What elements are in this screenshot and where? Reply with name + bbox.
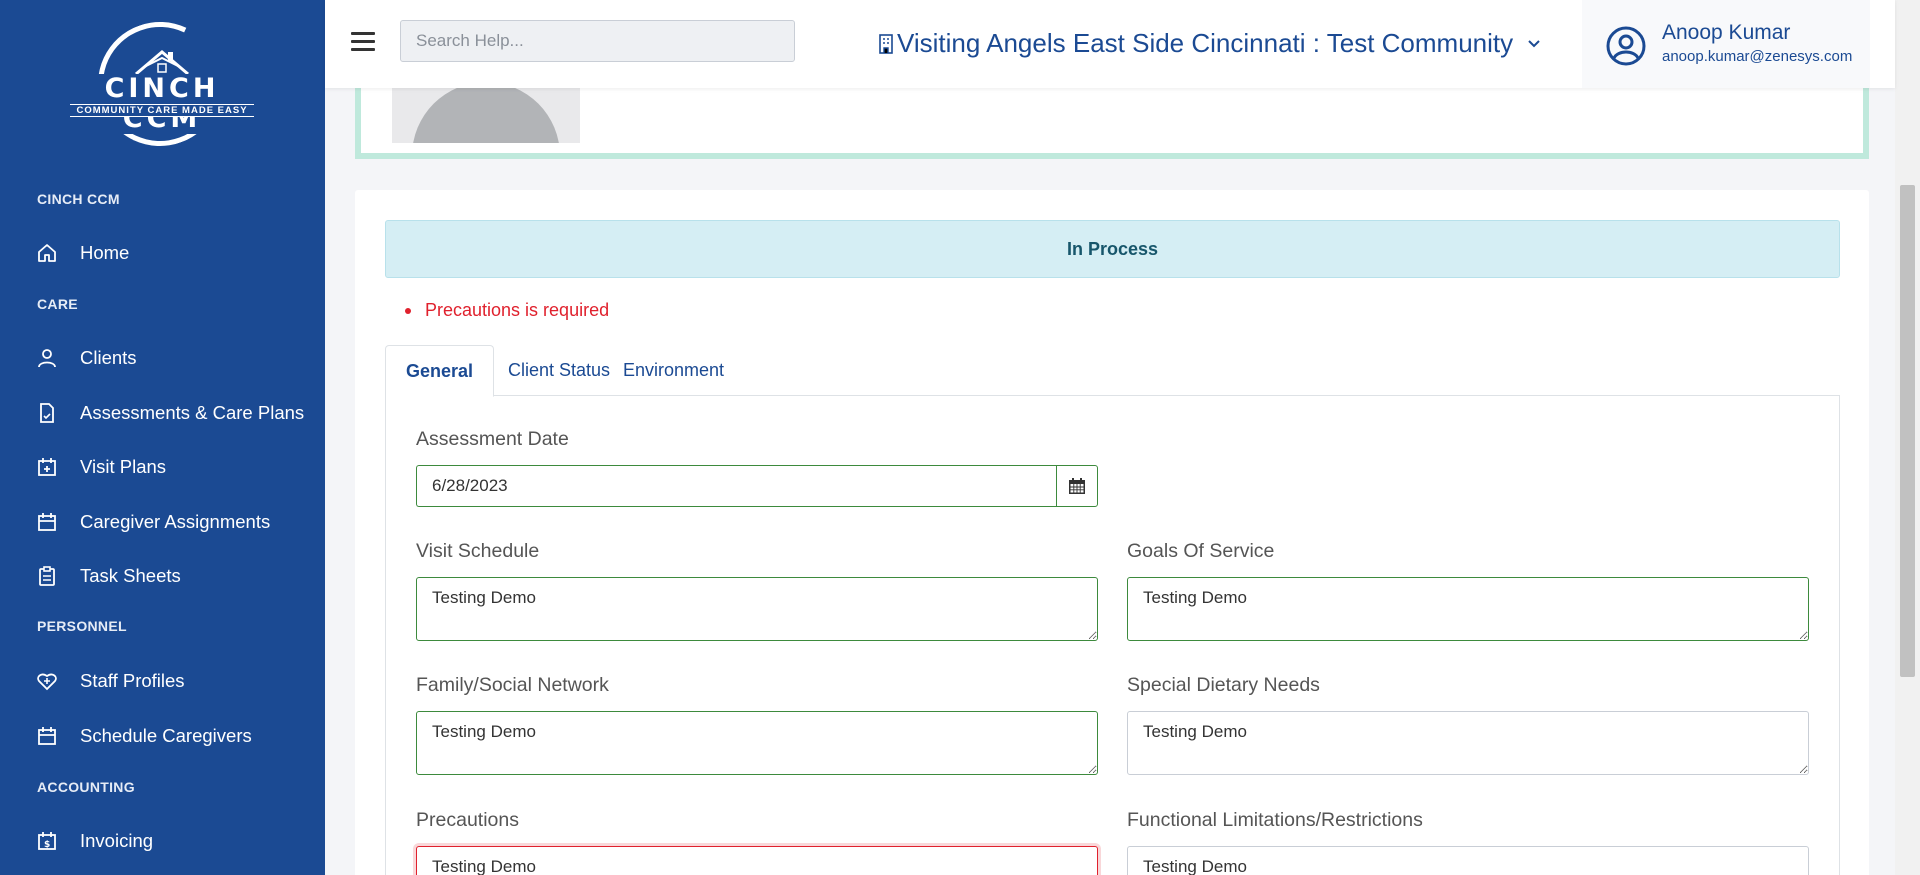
avatar-placeholder-icon (412, 82, 560, 143)
section-care: CARE (37, 296, 78, 312)
sidebar-item-invoicing[interactable]: $ Invoicing (0, 821, 325, 861)
building-icon (879, 33, 893, 54)
sidebar-item-label: Staff Profiles (80, 670, 185, 691)
goals-of-service-label: Goals Of Service (1127, 540, 1275, 562)
invoice-icon: $ (36, 830, 58, 852)
sidebar-item-label: Invoicing (80, 830, 154, 851)
sidebar-item-label: Visit Plans (80, 456, 167, 477)
sidebar-item-clients[interactable]: Clients (0, 338, 325, 378)
user-icon (36, 347, 58, 369)
date-picker-button[interactable] (1056, 465, 1098, 507)
family-social-network-label: Family/Social Network (416, 674, 609, 696)
calendar-plus-icon (36, 456, 58, 478)
precautions-label: Precautions (416, 809, 519, 831)
document-icon (36, 402, 58, 424)
special-dietary-needs-label: Special Dietary Needs (1127, 674, 1320, 696)
page-scrollbar[interactable] (1895, 0, 1920, 875)
community-name: Visiting Angels East Side Cincinnati : T… (897, 28, 1514, 58)
tab-environment[interactable]: Environment (603, 345, 744, 396)
sidebar: CINCH CCM COMMUNITY CARE MADE EASY CINCH… (0, 0, 325, 875)
community-selector[interactable]: Visiting Angels East Side Cincinnati : T… (877, 28, 1541, 59)
sidebar-item-staff-profiles[interactable]: Staff Profiles (0, 661, 325, 701)
sidebar-item-label: Clients (80, 347, 137, 368)
calendar-icon (36, 725, 58, 747)
cinch-ccm-logo[interactable]: CINCH CCM COMMUNITY CARE MADE EASY (62, 4, 262, 164)
status-banner: In Process (385, 220, 1840, 278)
sidebar-item-label: Caregiver Assignments (80, 511, 271, 532)
user-menu[interactable]: Anoop Kumar anoop.kumar@zenesys.com (1582, 0, 1870, 88)
search-help-input[interactable] (400, 20, 795, 62)
assessment-tabs: General Client Status Environment (385, 345, 1840, 397)
functional-limitations-label: Functional Limitations/Restrictions (1127, 809, 1423, 831)
section-cinch-ccm: CINCH CCM (37, 191, 120, 207)
scrollbar-thumb[interactable] (1900, 185, 1915, 677)
svg-text:$: $ (44, 840, 50, 850)
visit-schedule-label: Visit Schedule (416, 540, 540, 562)
visit-schedule-field[interactable]: Testing Demo (416, 577, 1098, 641)
section-personnel: PERSONNEL (37, 618, 127, 634)
menu-toggle-icon[interactable] (351, 32, 375, 52)
calendar-icon (36, 511, 58, 533)
functional-limitations-field[interactable]: Testing Demo (1127, 846, 1809, 875)
heart-badge-icon (36, 670, 58, 692)
special-dietary-needs-field[interactable]: Testing Demo (1127, 711, 1809, 775)
validation-error: Precautions is required (405, 300, 609, 321)
assessment-date-group (416, 465, 1098, 507)
user-name: Anoop Kumar (1662, 21, 1791, 44)
sidebar-item-assessments[interactable]: Assessments & Care Plans (0, 393, 325, 433)
assessment-date-input[interactable] (416, 465, 1056, 507)
sidebar-item-label: Schedule Caregivers (80, 725, 252, 746)
tab-general[interactable]: General (385, 345, 495, 397)
chevron-down-icon (1528, 39, 1540, 47)
assessment-date-label: Assessment Date (416, 428, 569, 450)
clipboard-icon (36, 565, 58, 587)
sidebar-item-home[interactable]: Home (0, 233, 325, 273)
sidebar-item-visit-plans[interactable]: Visit Plans (0, 447, 325, 487)
sidebar-item-label: Task Sheets (80, 565, 181, 586)
home-icon (36, 242, 58, 264)
calendar-icon (1069, 478, 1085, 494)
sidebar-item-task-sheets[interactable]: Task Sheets (0, 556, 325, 596)
sidebar-item-schedule-caregivers[interactable]: Schedule Caregivers (0, 716, 325, 756)
user-email: anoop.kumar@zenesys.com (1662, 48, 1853, 65)
goals-of-service-field[interactable]: Testing Demo (1127, 577, 1809, 641)
logo-tagline: COMMUNITY CARE MADE EASY (70, 104, 254, 117)
validation-error-text: Precautions is required (425, 300, 610, 320)
sidebar-item-label: Assessments & Care Plans (80, 402, 305, 423)
top-header: Visiting Angels East Side Cincinnati : T… (325, 0, 1895, 88)
section-accounting: ACCOUNTING (37, 779, 135, 795)
user-circle-icon (1606, 26, 1646, 66)
family-social-network-field[interactable]: Testing Demo (416, 711, 1098, 775)
bullet-icon (405, 307, 411, 314)
sidebar-item-caregiver-assignments[interactable]: Caregiver Assignments (0, 502, 325, 542)
precautions-field[interactable]: Testing Demo (416, 846, 1098, 875)
sidebar-item-label: Home (80, 242, 130, 263)
